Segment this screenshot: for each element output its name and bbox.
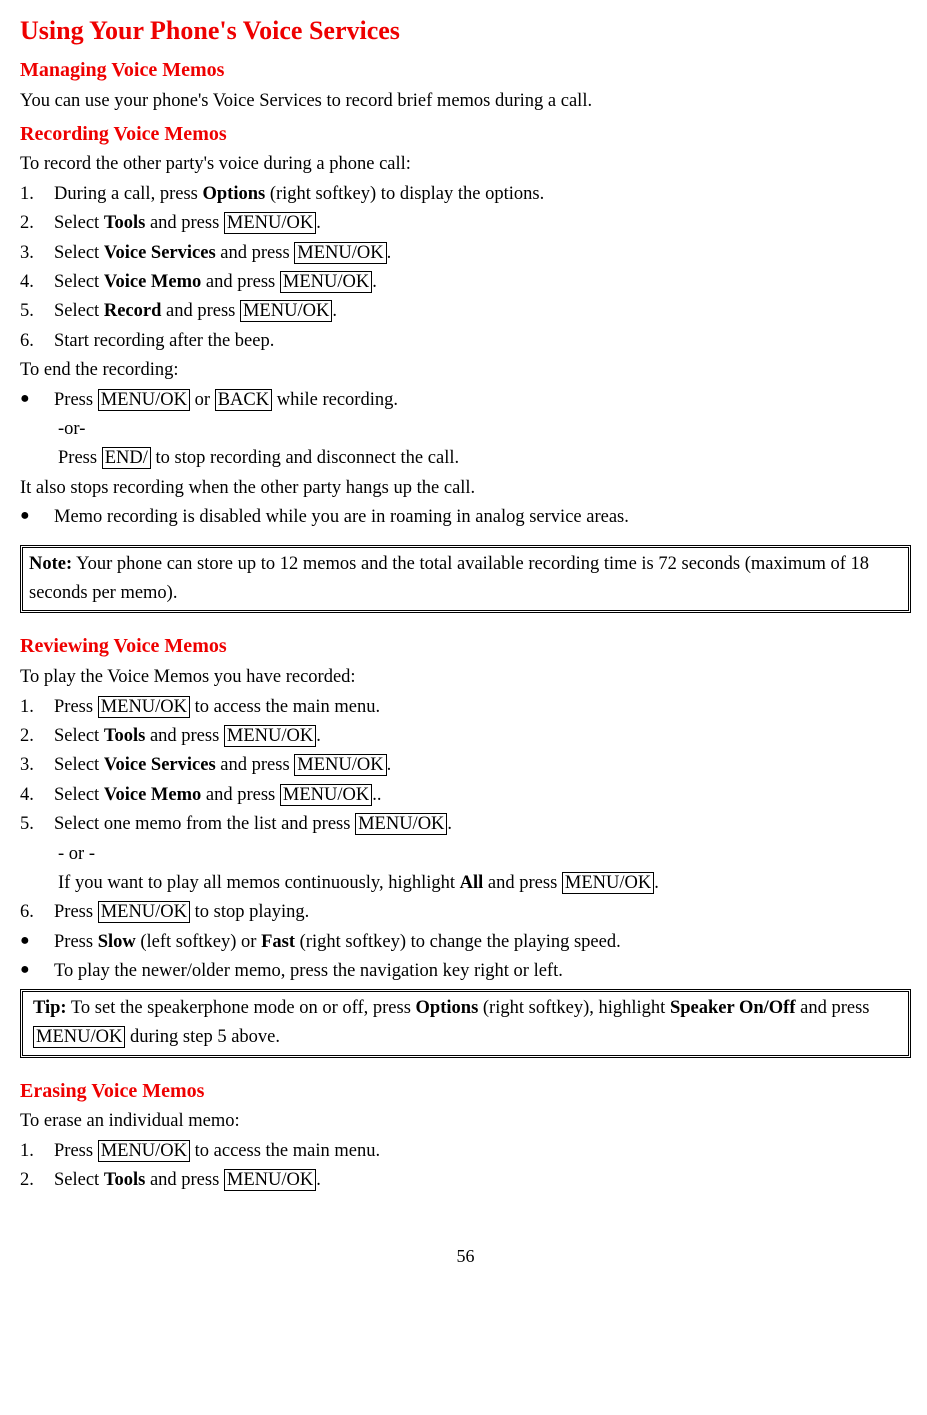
list-item: 1. Press MENU/OK to access the main menu… bbox=[20, 1137, 911, 1166]
list-item: 1. During a call, press Options (right s… bbox=[20, 180, 911, 209]
step-number: 1. bbox=[20, 180, 54, 209]
tip-label: Tip: bbox=[33, 998, 67, 1018]
list-item: 4. Select Voice Memo and press MENU/OK. bbox=[20, 268, 911, 297]
review-steps: 1. Press MENU/OK to access the main menu… bbox=[20, 693, 911, 840]
key-menu-ok: MENU/OK bbox=[224, 725, 316, 747]
record-intro: To record the other party's voice during… bbox=[20, 150, 911, 179]
list-item: 5. Select Record and press MENU/OK. bbox=[20, 297, 911, 326]
list-item: 3. Select Voice Services and press MENU/… bbox=[20, 239, 911, 268]
list-item: ● To play the newer/older memo, press th… bbox=[20, 957, 911, 986]
key-back: BACK bbox=[215, 389, 272, 411]
bullet-icon: ● bbox=[20, 957, 54, 986]
key-menu-ok: MENU/OK bbox=[562, 872, 654, 894]
key-menu-ok: MENU/OK bbox=[280, 271, 372, 293]
step-number: 3. bbox=[20, 751, 54, 780]
bullet-icon: ● bbox=[20, 503, 54, 532]
step-number: 4. bbox=[20, 781, 54, 810]
list-item: ● Memo recording is disabled while you a… bbox=[20, 503, 911, 532]
list-item: 3. Select Voice Services and press MENU/… bbox=[20, 751, 911, 780]
or-separator: - or - bbox=[20, 840, 911, 869]
key-menu-ok: MENU/OK bbox=[98, 389, 190, 411]
recording-steps: 1. During a call, press Options (right s… bbox=[20, 180, 911, 356]
heading-managing: Managing Voice Memos bbox=[20, 55, 911, 87]
key-menu-ok: MENU/OK bbox=[98, 901, 190, 923]
key-menu-ok: MENU/OK bbox=[294, 242, 386, 264]
list-item: 6. Start recording after the beep. bbox=[20, 327, 911, 356]
list-item: 2. Select Tools and press MENU/OK. bbox=[20, 1166, 911, 1195]
list-item: ● Press Slow (left softkey) or Fast (rig… bbox=[20, 928, 911, 957]
bullet-icon: ● bbox=[20, 386, 54, 415]
key-menu-ok: MENU/OK bbox=[280, 784, 372, 806]
step-number: 3. bbox=[20, 239, 54, 268]
list-item: ● Press MENU/OK or BACK while recording. bbox=[20, 386, 911, 415]
step-number: 2. bbox=[20, 209, 54, 238]
step-number: 6. bbox=[20, 898, 54, 927]
intro-text: You can use your phone's Voice Services … bbox=[20, 87, 911, 116]
key-menu-ok: MENU/OK bbox=[224, 212, 316, 234]
heading-recording: Recording Voice Memos bbox=[20, 119, 911, 151]
erase-intro: To erase an individual memo: bbox=[20, 1107, 911, 1136]
end-recording-intro: To end the recording: bbox=[20, 356, 911, 385]
key-menu-ok: MENU/OK bbox=[98, 1140, 190, 1162]
key-menu-ok: MENU/OK bbox=[98, 696, 190, 718]
list-item: 2. Select Tools and press MENU/OK. bbox=[20, 722, 911, 751]
note-label: Note: bbox=[29, 554, 72, 574]
step-number: 2. bbox=[20, 1166, 54, 1195]
page-title: Using Your Phone's Voice Services bbox=[20, 10, 911, 51]
bullet-icon: ● bbox=[20, 928, 54, 957]
page-number: 56 bbox=[20, 1242, 911, 1271]
list-item: 6. Press MENU/OK to stop playing. bbox=[20, 898, 911, 927]
also-stops-text: It also stops recording when the other p… bbox=[20, 474, 911, 503]
alt-instruction: If you want to play all memos continuous… bbox=[20, 869, 911, 898]
key-menu-ok: MENU/OK bbox=[224, 1169, 316, 1191]
list-item: 5. Select one memo from the list and pre… bbox=[20, 810, 911, 839]
key-menu-ok: MENU/OK bbox=[33, 1026, 125, 1048]
heading-reviewing: Reviewing Voice Memos bbox=[20, 631, 911, 663]
list-item: 2. Select Tools and press MENU/OK. bbox=[20, 209, 911, 238]
step-number: 1. bbox=[20, 1137, 54, 1166]
key-end: END/ bbox=[102, 447, 151, 469]
key-menu-ok: MENU/OK bbox=[240, 300, 332, 322]
step-number: 5. bbox=[20, 297, 54, 326]
key-menu-ok: MENU/OK bbox=[294, 754, 386, 776]
list-item: 1. Press MENU/OK to access the main menu… bbox=[20, 693, 911, 722]
or-separator: -or- bbox=[20, 415, 911, 444]
step-number: 5. bbox=[20, 810, 54, 839]
step-number: 6. bbox=[20, 327, 54, 356]
review-intro: To play the Voice Memos you have recorde… bbox=[20, 663, 911, 692]
step-number: 2. bbox=[20, 722, 54, 751]
key-menu-ok: MENU/OK bbox=[355, 813, 447, 835]
erase-steps: 1. Press MENU/OK to access the main menu… bbox=[20, 1137, 911, 1196]
list-item: 4. Select Voice Memo and press MENU/OK.. bbox=[20, 781, 911, 810]
heading-erasing: Erasing Voice Memos bbox=[20, 1076, 911, 1108]
tip-box: Tip: To set the speakerphone mode on or … bbox=[20, 989, 911, 1058]
alt-instruction: Press END/ to stop recording and disconn… bbox=[20, 444, 911, 473]
step-number: 1. bbox=[20, 693, 54, 722]
step-number: 4. bbox=[20, 268, 54, 297]
note-box: Note: Your phone can store up to 12 memo… bbox=[20, 545, 911, 614]
